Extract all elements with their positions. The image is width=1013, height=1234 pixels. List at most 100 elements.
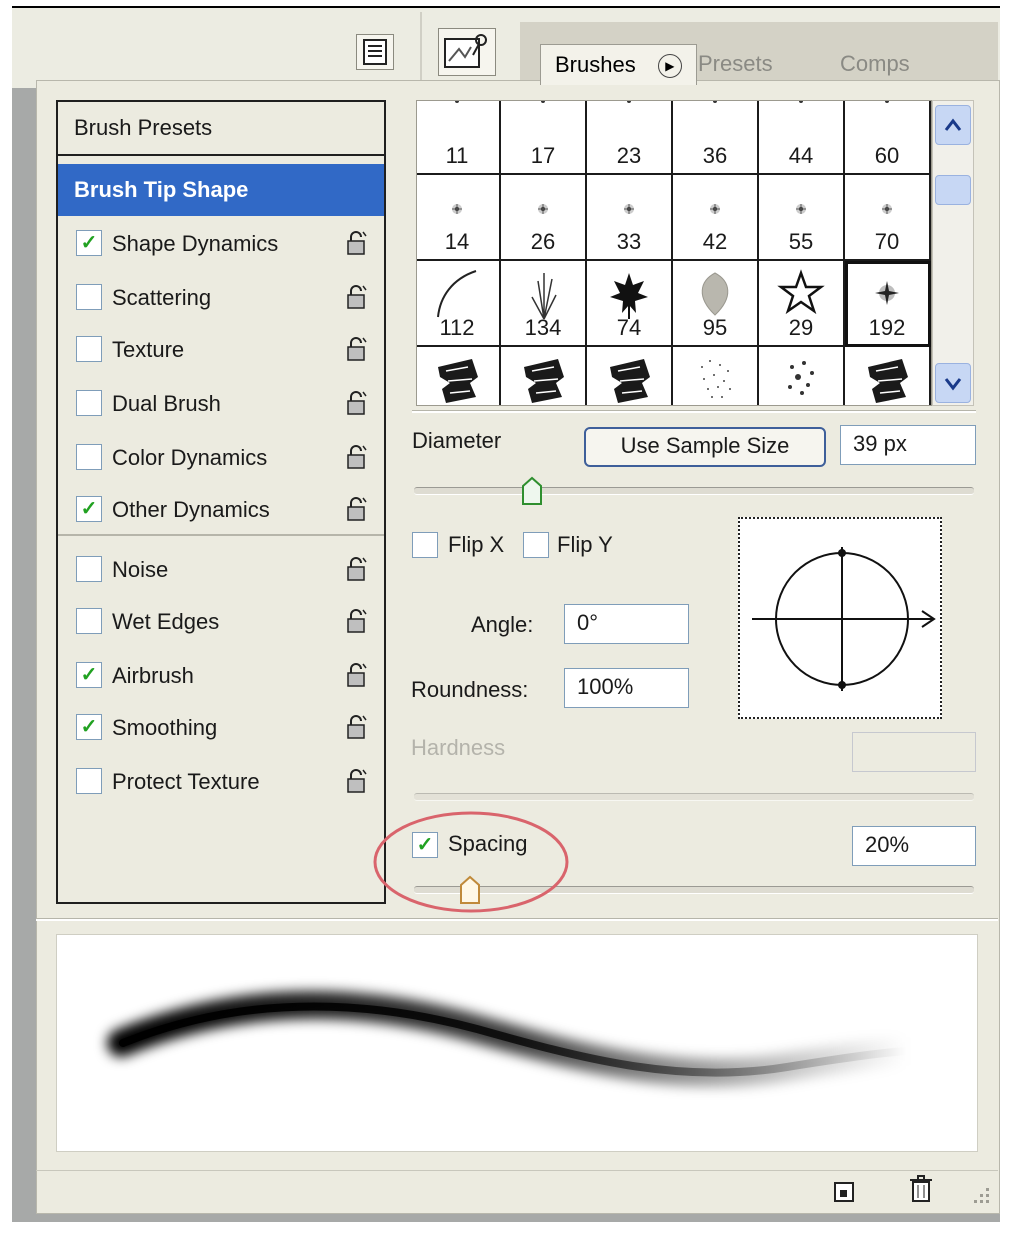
brush-option-item[interactable]: ✓ Shape Dynamics <box>58 218 384 270</box>
brush-option-checkbox[interactable]: ✓ <box>76 662 102 688</box>
tab-brushes-label: Brushes <box>555 52 636 77</box>
brush-option-label: Other Dynamics <box>112 497 270 522</box>
brush-preset-cell[interactable]: 95 <box>673 261 759 347</box>
brush-preset-cell[interactable]: 63 <box>587 347 673 405</box>
brush-preset-cell[interactable]: 70 <box>845 175 931 261</box>
diameter-label: Diameter <box>412 428 502 453</box>
brush-option-checkbox[interactable] <box>76 390 102 416</box>
brush-preset-cell[interactable]: 112 <box>417 261 501 347</box>
brush-preset-cell[interactable]: 55 <box>759 175 845 261</box>
brush-option-item[interactable]: ✓ Smoothing <box>58 702 384 754</box>
flip-y-checkbox[interactable] <box>523 532 549 558</box>
brush-preset-cell[interactable]: 39 <box>759 347 845 405</box>
lock-icon[interactable] <box>346 284 368 310</box>
angle-field[interactable]: 0° <box>564 604 689 644</box>
brush-size-label: 29 <box>788 315 814 340</box>
hard-round-brush-icon <box>627 101 631 103</box>
brush-preset-cell[interactable]: 192 <box>845 261 931 347</box>
brush-option-checkbox[interactable]: ✓ <box>76 230 102 256</box>
brush-preset-cell[interactable]: 14 <box>417 175 501 261</box>
brush-preset-cell[interactable]: 60 <box>845 101 931 175</box>
brush-option-checkbox[interactable] <box>76 336 102 362</box>
hard-round-brush-icon <box>713 101 717 103</box>
tab-tool-presets[interactable]: Presets <box>684 44 787 84</box>
brush-preset-cell[interactable]: 33 <box>501 347 587 405</box>
brush-presets-label: Brush Presets <box>74 115 213 140</box>
brush-option-checkbox[interactable]: ✓ <box>76 714 102 740</box>
trash-icon[interactable] <box>908 1174 934 1204</box>
brush-preset-cell[interactable]: 63 <box>845 347 931 405</box>
brush-option-label: Protect Texture <box>112 769 260 794</box>
spacing-field[interactable]: 20% <box>852 826 976 866</box>
textured-brush-icon <box>610 359 650 403</box>
lock-icon[interactable] <box>346 662 368 688</box>
brush-option-checkbox[interactable]: ✓ <box>76 496 102 522</box>
chevron-down-icon <box>944 378 962 391</box>
brush-presets-item[interactable]: Brush Presets <box>58 102 384 154</box>
scroll-up-button[interactable] <box>935 105 971 145</box>
chevron-up-icon <box>944 118 962 131</box>
brush-preset-cell[interactable]: 36 <box>417 347 501 405</box>
resize-grip-icon[interactable] <box>966 1180 992 1206</box>
tab-brushes[interactable]: Brushes ▶ <box>540 44 697 85</box>
brush-option-item[interactable]: Color Dynamics <box>58 432 384 484</box>
tab-layer-comps[interactable]: Comps <box>826 44 924 84</box>
brush-option-checkbox[interactable] <box>76 556 102 582</box>
lock-icon[interactable] <box>346 556 368 582</box>
lock-icon[interactable] <box>346 714 368 740</box>
brush-option-checkbox[interactable] <box>76 608 102 634</box>
brush-preset-cell[interactable]: 26 <box>501 175 587 261</box>
diameter-slider-track[interactable] <box>414 487 974 495</box>
brush-preset-cell[interactable]: 11 <box>417 101 501 175</box>
brush-option-item[interactable]: Texture <box>58 324 384 376</box>
brush-option-item[interactable]: Protect Texture <box>58 756 384 808</box>
lock-icon[interactable] <box>346 336 368 362</box>
brush-option-item[interactable]: Scattering <box>58 272 384 324</box>
brush-option-item[interactable]: ✓ Airbrush <box>58 650 384 702</box>
brush-preset-cell[interactable]: 23 <box>587 101 673 175</box>
tab-presets-label: Presets <box>698 51 773 76</box>
textured-brush-icon <box>438 359 478 403</box>
roundness-field[interactable]: 100% <box>564 668 689 708</box>
lock-icon[interactable] <box>346 768 368 794</box>
brush-option-item[interactable]: Wet Edges <box>58 596 384 648</box>
brush-option-item[interactable]: Dual Brush <box>58 378 384 430</box>
diameter-slider-thumb[interactable] <box>521 476 543 511</box>
diameter-field[interactable]: 39 px <box>840 425 976 465</box>
flip-x-checkbox[interactable] <box>412 532 438 558</box>
brush-option-item[interactable]: Noise <box>58 544 384 596</box>
brush-size-label: 55 <box>788 229 814 254</box>
lock-icon[interactable] <box>346 390 368 416</box>
soft-round-brush-icon <box>882 204 892 214</box>
new-brush-icon[interactable] <box>832 1178 858 1204</box>
lock-icon[interactable] <box>346 230 368 256</box>
spacing-value: 20% <box>865 832 910 857</box>
tab-menu-arrow-icon[interactable]: ▶ <box>657 54 682 79</box>
scroll-thumb[interactable] <box>935 175 971 205</box>
brush-option-checkbox[interactable] <box>76 768 102 794</box>
brushes-palette-icon[interactable] <box>438 28 496 76</box>
brush-preset-cell[interactable]: 17 <box>501 101 587 175</box>
palette-menu-icon[interactable] <box>356 34 394 70</box>
brush-tip-shape-item[interactable]: Brush Tip Shape <box>58 164 384 216</box>
brush-preset-cell[interactable]: 134 <box>501 261 587 347</box>
brush-preset-cell[interactable]: 66 <box>673 347 759 405</box>
brush-preset-cell[interactable]: 33 <box>587 175 673 261</box>
lock-icon[interactable] <box>346 444 368 470</box>
brush-preset-cell[interactable]: 36 <box>673 101 759 175</box>
scroll-down-button[interactable] <box>935 363 971 403</box>
brush-preset-cell[interactable]: 29 <box>759 261 845 347</box>
lock-icon[interactable] <box>346 608 368 634</box>
brush-grid-scrollbar[interactable] <box>932 100 974 406</box>
use-sample-size-button[interactable]: Use Sample Size <box>584 427 826 467</box>
lock-icon[interactable] <box>346 496 368 522</box>
brush-preset-cell[interactable]: 74 <box>587 261 673 347</box>
brush-preset-cell[interactable]: 44 <box>759 101 845 175</box>
brush-preset-cell[interactable]: 42 <box>673 175 759 261</box>
brush-option-checkbox[interactable] <box>76 284 102 310</box>
brush-option-item[interactable]: ✓ Other Dynamics <box>58 484 384 536</box>
angle-roundness-widget[interactable] <box>738 517 942 719</box>
highlight-circle-annotation <box>373 811 569 913</box>
brush-size-label: 95 <box>702 315 728 340</box>
brush-option-checkbox[interactable] <box>76 444 102 470</box>
